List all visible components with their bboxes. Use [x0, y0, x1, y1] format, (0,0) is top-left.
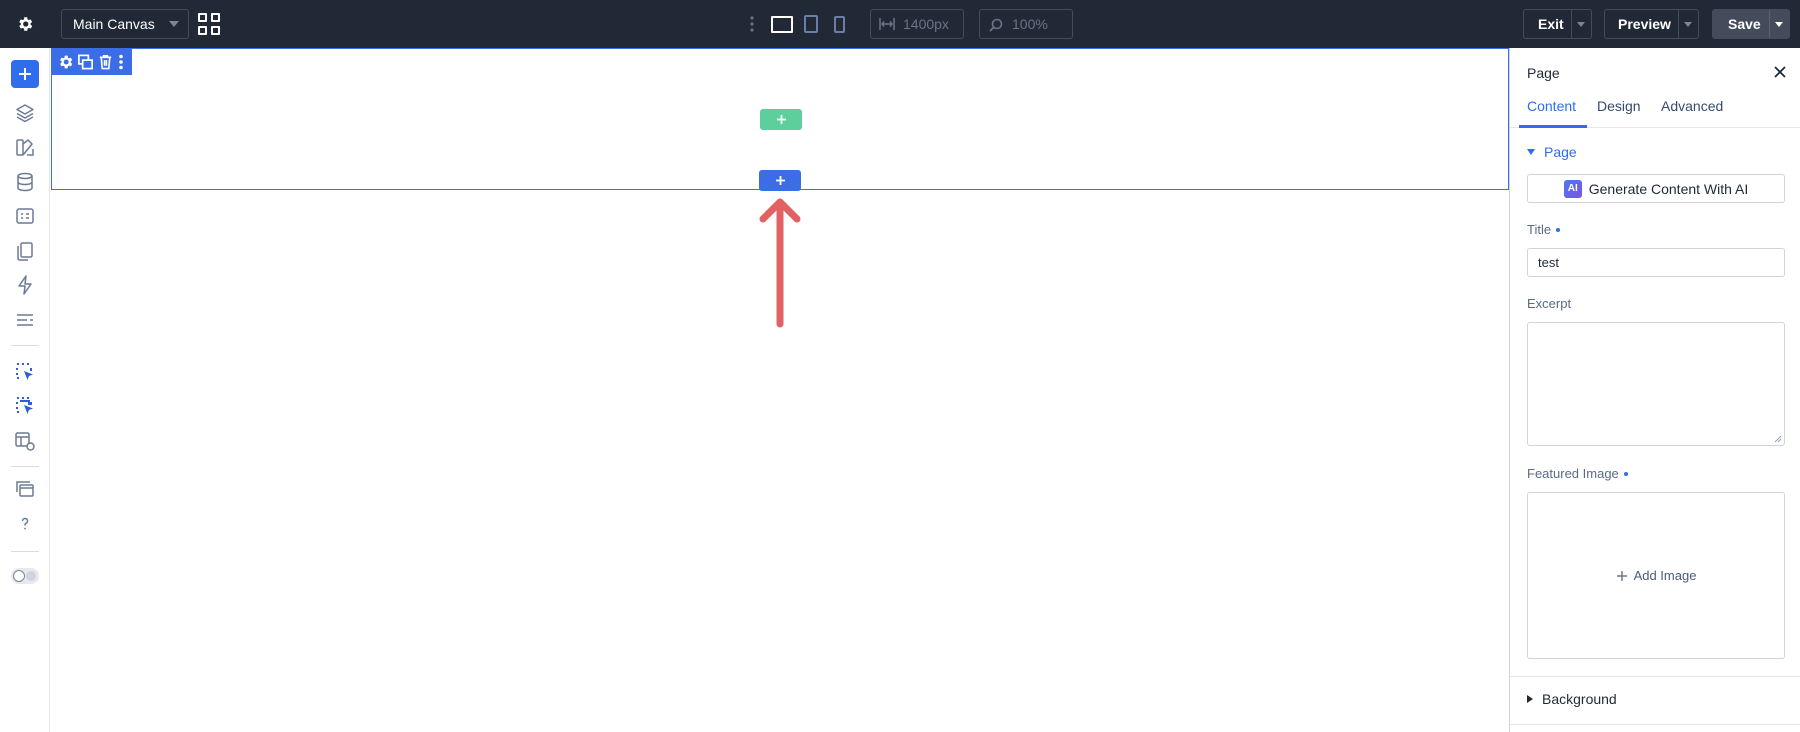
excerpt-label: Excerpt: [1527, 296, 1571, 311]
panel-divider: [1510, 724, 1800, 725]
desktop-view-icon[interactable]: [771, 16, 793, 33]
layers-icon[interactable]: [14, 102, 36, 124]
zoom-field[interactable]: 100%: [979, 9, 1073, 39]
plus-icon: [775, 176, 785, 185]
trash-icon[interactable]: [97, 53, 114, 71]
panel-tabs: Content Design Advanced: [1510, 86, 1800, 128]
list-icon[interactable]: [14, 309, 36, 331]
pages-icon[interactable]: [14, 240, 36, 262]
settings-panel: Page Content Design Advanced Page AI Gen…: [1509, 48, 1800, 732]
featured-image-label: Featured Image: [1527, 466, 1628, 481]
title-input-value: test: [1538, 255, 1559, 270]
plus-icon: [776, 115, 786, 124]
canvas-select-value: Main Canvas: [73, 16, 155, 32]
generate-ai-button[interactable]: AI Generate Content With AI: [1527, 174, 1785, 203]
preview-button[interactable]: Preview: [1604, 9, 1699, 39]
grid-view-icon[interactable]: [198, 13, 220, 35]
close-icon[interactable]: [1772, 64, 1788, 80]
canvas-select[interactable]: Main Canvas: [61, 9, 189, 39]
preview-options-chevron-icon[interactable]: [1678, 10, 1698, 38]
search-icon: [989, 18, 1003, 32]
theme-toggle[interactable]: [11, 568, 39, 584]
more-vertical-icon[interactable]: [117, 53, 125, 71]
sidebar-divider: [11, 466, 39, 467]
select-element-icon[interactable]: [14, 361, 36, 383]
title-label-text: Title: [1527, 222, 1552, 237]
sidebar-divider: [11, 345, 39, 346]
chevron-down-icon: [169, 21, 179, 27]
more-vertical-icon[interactable]: [747, 14, 757, 34]
builder-canvas[interactable]: [51, 48, 1509, 732]
canvas-width-field[interactable]: 1400px: [870, 9, 964, 39]
width-icon: [879, 18, 895, 30]
featured-image-dropzone[interactable]: Add Image: [1527, 492, 1785, 659]
section-toolbar: [52, 49, 132, 75]
save-button[interactable]: Save: [1712, 9, 1790, 39]
settings-gear-icon[interactable]: [0, 0, 50, 48]
excerpt-textarea[interactable]: [1527, 322, 1785, 446]
panel-divider: [1510, 676, 1800, 677]
ai-icon: AI: [1563, 179, 1582, 198]
layout-settings-icon[interactable]: [14, 430, 36, 452]
form-icon[interactable]: [14, 205, 36, 227]
featured-image-label-text: Featured Image: [1527, 466, 1619, 481]
panel-title: Page: [1527, 65, 1560, 81]
multi-select-icon[interactable]: [14, 395, 36, 417]
background-group-toggle[interactable]: Background: [1527, 691, 1617, 707]
zoom-value: 100%: [1012, 16, 1048, 32]
lightning-icon[interactable]: [14, 274, 36, 296]
resize-grip-icon[interactable]: [1774, 435, 1782, 443]
save-label: Save: [1728, 16, 1761, 32]
plus-icon: [19, 68, 31, 80]
annotation-arrow-icon: [759, 198, 801, 328]
left-sidebar: [0, 48, 50, 732]
tablet-view-icon[interactable]: [804, 15, 818, 33]
phone-view-icon[interactable]: [834, 16, 845, 33]
tab-design[interactable]: Design: [1597, 98, 1641, 114]
required-dot: [1623, 471, 1628, 476]
active-tab-indicator: [1519, 125, 1587, 128]
window-stack-icon[interactable]: [14, 478, 36, 500]
database-icon[interactable]: [14, 171, 36, 193]
title-input[interactable]: test: [1527, 248, 1785, 277]
duplicate-icon[interactable]: [77, 53, 94, 71]
brush-icon[interactable]: [14, 136, 36, 158]
page-group-label: Page: [1544, 144, 1577, 160]
title-label: Title: [1527, 222, 1561, 237]
add-row-button[interactable]: [760, 109, 802, 130]
add-image-label: Add Image: [1633, 568, 1697, 583]
exit-button[interactable]: Exit: [1523, 9, 1592, 39]
tab-advanced[interactable]: Advanced: [1661, 98, 1723, 114]
add-section-button[interactable]: [759, 170, 801, 191]
save-options-chevron-icon[interactable]: [1769, 10, 1789, 38]
caret-down-icon: [1527, 149, 1535, 155]
preview-label: Preview: [1618, 16, 1671, 32]
gear-icon[interactable]: [57, 53, 74, 71]
theme-toggle-knob: [26, 571, 36, 581]
background-label: Background: [1542, 691, 1617, 707]
selected-section[interactable]: [51, 48, 1509, 190]
excerpt-label-text: Excerpt: [1527, 296, 1572, 311]
top-toolbar: Main Canvas 1400px 100% Exit Preview Sav…: [0, 0, 1800, 48]
plus-icon: [1616, 570, 1627, 581]
required-dot: [1556, 227, 1561, 232]
canvas-width-value: 1400px: [903, 16, 949, 32]
help-icon[interactable]: [14, 513, 36, 535]
tab-content[interactable]: Content: [1527, 98, 1576, 114]
add-element-button[interactable]: [11, 60, 39, 88]
theme-toggle-icon: [13, 570, 25, 582]
page-group-toggle[interactable]: Page: [1527, 144, 1577, 160]
sidebar-divider: [11, 551, 39, 552]
exit-options-chevron-icon[interactable]: [1571, 10, 1591, 38]
generate-ai-label: Generate Content With AI: [1588, 180, 1749, 197]
caret-right-icon: [1527, 695, 1533, 703]
exit-label: Exit: [1538, 16, 1564, 32]
